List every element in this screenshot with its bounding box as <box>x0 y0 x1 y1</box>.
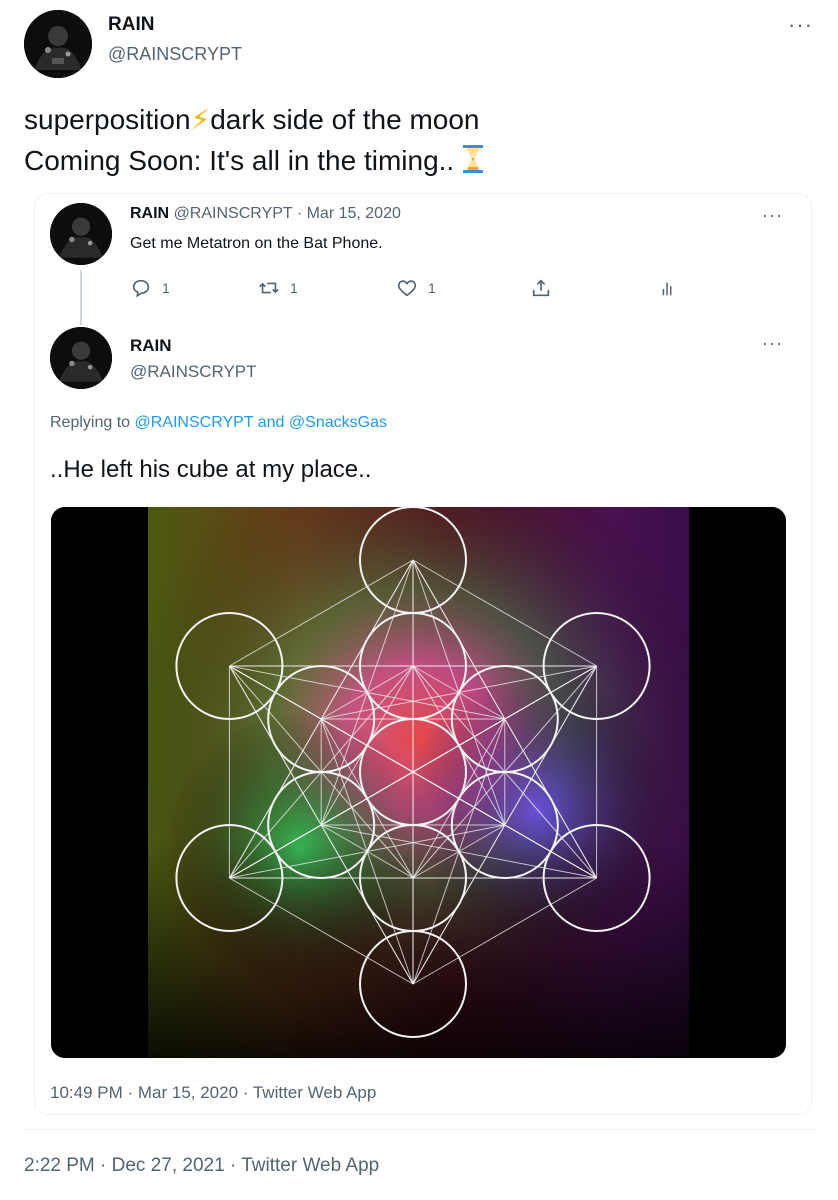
tweet-media-image[interactable] <box>51 507 786 1058</box>
thread-connector-line <box>80 270 82 325</box>
main-tweet-timestamp[interactable]: 2:22 PM · Dec 27, 2021 · Twitter Web App <box>24 1155 379 1177</box>
retweet-count: 1 <box>290 280 298 296</box>
divider <box>24 1129 814 1130</box>
thread-parent-text: Get me Metatron on the Bat Phone. <box>130 235 383 252</box>
retweet-button[interactable]: 1 <box>258 277 298 299</box>
replying-to-line: Replying to @RAINSCRYPT and @SnacksGas <box>50 414 387 432</box>
main-tweet-text-line-1: superposition⚡dark side of the moon <box>24 102 480 138</box>
hourglass-emoji-icon <box>462 144 484 183</box>
analytics-icon <box>662 282 672 296</box>
thread-parent-header: RAIN @RAINSCRYPT · Mar 15, 2020 <box>130 205 401 223</box>
main-author-avatar[interactable] <box>24 10 92 78</box>
lightning-emoji-icon: ⚡ <box>190 104 211 135</box>
quoted-tweet-text: ..He left his cube at my place.. <box>50 456 372 483</box>
reply-count: 1 <box>162 280 170 296</box>
main-tweet-text-line-2: Coming Soon: It's all in the timing.. <box>24 143 484 183</box>
reply-mention-link[interactable]: @RAINSCRYPT <box>135 414 254 431</box>
like-icon <box>397 280 417 297</box>
quoted-tweet-timestamp[interactable]: 10:49 PM · Mar 15, 2020 · Twitter Web Ap… <box>50 1083 376 1103</box>
reply-icon <box>132 279 150 298</box>
analytics-button[interactable] <box>657 277 679 299</box>
quoted-author-avatar[interactable] <box>50 327 112 389</box>
like-button[interactable]: 1 <box>396 277 436 299</box>
quoted-more-icon[interactable]: ··· <box>762 334 783 352</box>
quoted-author-name[interactable]: RAIN <box>130 336 172 356</box>
thread-parent-more-icon[interactable]: ··· <box>762 206 783 224</box>
thread-parent-avatar[interactable] <box>50 203 112 265</box>
reply-mention-connector: and <box>257 414 285 431</box>
thread-parent-author-name[interactable]: RAIN <box>130 205 169 222</box>
main-tweet-text-segment: Coming Soon: It's all in the timing.. <box>24 145 455 176</box>
share-button[interactable] <box>530 277 552 299</box>
main-tweet-text-segment: superposition <box>24 104 191 135</box>
main-tweet-text-segment: dark side of the moon <box>210 104 480 135</box>
share-icon <box>532 279 550 297</box>
thread-parent-author-handle[interactable]: @RAINSCRYPT <box>174 205 293 222</box>
replying-prefix: Replying to <box>50 414 131 431</box>
reply-button[interactable]: 1 <box>130 277 170 299</box>
quoted-author-handle[interactable]: @RAINSCRYPT <box>130 362 257 382</box>
main-author-name[interactable]: RAIN <box>108 14 154 36</box>
reply-mention-link[interactable]: @SnacksGas <box>289 414 387 431</box>
main-author-handle[interactable]: @RAINSCRYPT <box>108 44 242 65</box>
main-more-icon[interactable]: ··· <box>788 14 813 36</box>
like-count: 1 <box>428 280 436 296</box>
thread-parent-date[interactable]: · Mar 15, 2020 <box>297 205 401 222</box>
retweet-icon <box>259 282 279 294</box>
